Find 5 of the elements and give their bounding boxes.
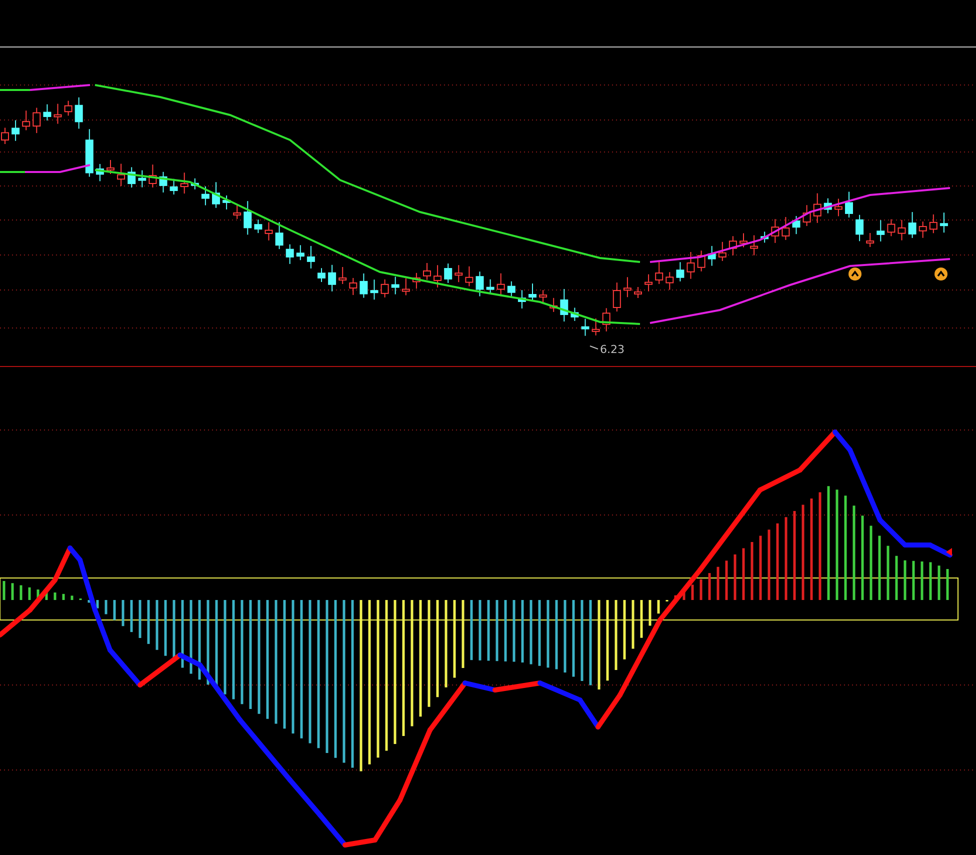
leader-line: [590, 346, 598, 350]
triangle-marker-icon: [946, 548, 952, 556]
up-chevron-icon: [848, 268, 862, 280]
up-chevron-icon: [934, 268, 948, 280]
price-label: 6.23: [600, 343, 624, 356]
